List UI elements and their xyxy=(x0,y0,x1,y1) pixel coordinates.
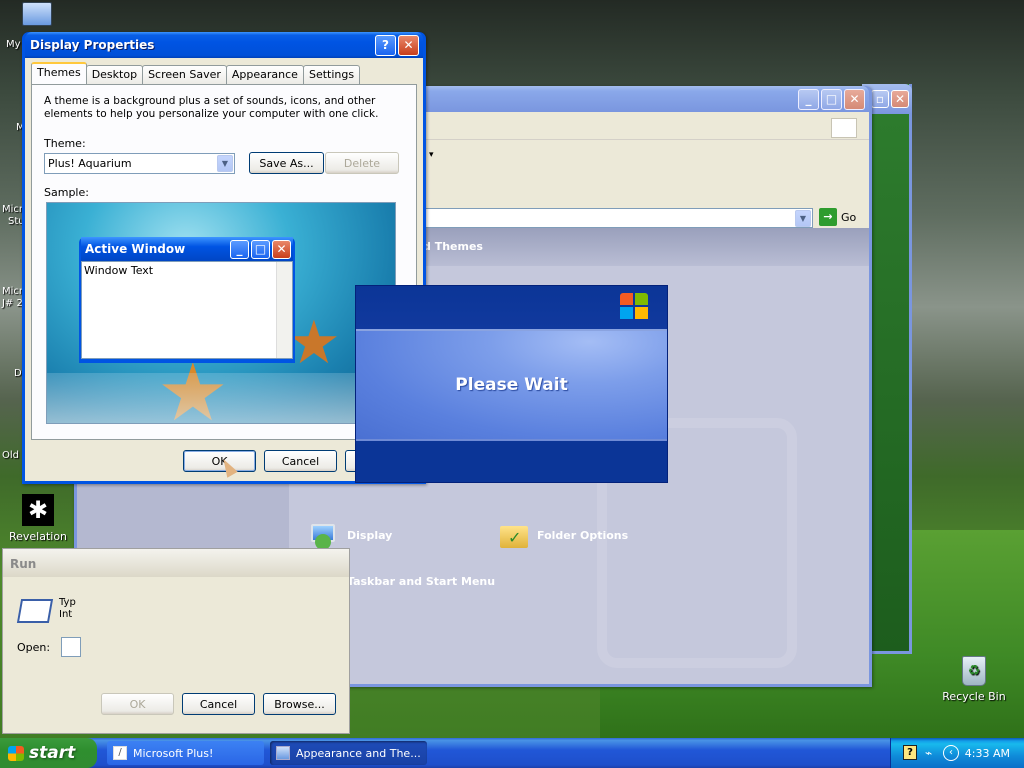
desktop-icon-label: Recycle Bin xyxy=(942,690,1006,703)
run-title: Run xyxy=(10,557,37,571)
tray-expand-icon[interactable]: ‹ xyxy=(943,745,959,761)
tab-themes[interactable]: Themes xyxy=(31,62,87,84)
folder-options-link[interactable]: ✓ Folder Options xyxy=(499,520,628,550)
minimize-icon: _ xyxy=(230,239,249,259)
control-panel-icon xyxy=(276,746,290,760)
run-cancel-button[interactable]: Cancel xyxy=(182,693,255,715)
starfish-image-2: ★ xyxy=(287,308,341,378)
folder-options-icon: ✓ xyxy=(499,520,529,550)
tab-strip: Themes Desktop Screen Saver Appearance S… xyxy=(31,62,361,84)
theme-label: Theme: xyxy=(44,137,86,150)
task-label: Appearance and The... xyxy=(296,746,421,760)
taskbar-item-microsoft-plus[interactable]: / Microsoft Plus! xyxy=(107,741,264,765)
network-tray-icon[interactable]: ⌁ xyxy=(925,746,932,760)
close-icon: ✕ xyxy=(272,239,291,259)
address-dropdown-icon[interactable]: ▼ xyxy=(795,210,811,227)
run-dialog: Run Typ Int Open: OK Cancel Browse... xyxy=(2,548,350,734)
start-button[interactable]: start xyxy=(0,738,97,768)
go-arrow-icon: → xyxy=(819,208,837,226)
display-link[interactable]: Display xyxy=(309,520,392,550)
chevron-down-icon[interactable]: ▼ xyxy=(217,155,233,172)
task-header: d Themes xyxy=(423,240,483,253)
run-open-input[interactable] xyxy=(61,637,81,657)
help-tray-icon[interactable]: ? xyxy=(903,745,917,760)
close-icon[interactable]: ✕ xyxy=(844,88,865,110)
task-label: Microsoft Plus! xyxy=(133,746,214,760)
my-computer-icon[interactable] xyxy=(22,2,52,26)
go-button[interactable]: → Go xyxy=(819,208,856,226)
please-wait-message: Please Wait xyxy=(455,375,568,395)
tab-appearance[interactable]: Appearance xyxy=(225,65,304,84)
display-label: Display xyxy=(347,528,393,542)
please-wait-top-band xyxy=(356,286,667,329)
save-as-button[interactable]: Save As... xyxy=(249,152,324,174)
go-label: Go xyxy=(841,210,857,224)
windows-logo-icon xyxy=(620,293,650,321)
maximize-icon[interactable]: □ xyxy=(821,88,842,110)
windows-flag-icon xyxy=(831,118,857,138)
close-icon[interactable]: ✕ xyxy=(398,34,419,56)
window-title: Display Properties xyxy=(30,38,155,52)
tab-screen-saver[interactable]: Screen Saver xyxy=(142,65,227,84)
desktop-label-6[interactable]: J# 2 xyxy=(2,298,23,309)
desktop-label-8[interactable]: Old xyxy=(2,450,19,461)
sample-active-window: Active Window _ □ ✕ Window Text xyxy=(79,237,295,363)
taskbar: start / Microsoft Plus! Appearance and T… xyxy=(0,738,1024,768)
close-icon[interactable]: ✕ xyxy=(891,90,909,108)
start-label: start xyxy=(29,743,76,763)
microsoft-plus-icon: / xyxy=(113,746,127,760)
maximize-icon: □ xyxy=(251,239,270,259)
address-bar[interactable]: ▼ xyxy=(423,208,813,228)
themes-description: A theme is a background plus a set of so… xyxy=(44,95,379,120)
sample-preview: ★ ★ Active Window _ □ ✕ Window Text xyxy=(46,202,396,424)
please-wait-middle: Please Wait xyxy=(356,329,667,441)
run-titlebar[interactable]: Run xyxy=(3,549,349,577)
desktop-icon-recycle-bin[interactable]: ♻ Recycle Bin xyxy=(942,656,1006,703)
help-icon[interactable]: ? xyxy=(375,34,396,56)
tab-settings[interactable]: Settings xyxy=(302,65,361,84)
theme-select[interactable]: Plus! Aquarium ▼ xyxy=(44,153,235,174)
desktop-icon-revelation[interactable]: ✱ Revelation xyxy=(6,494,70,543)
run-browse-button[interactable]: Browse... xyxy=(263,693,336,715)
system-tray: ? ⌁ ‹ 4:33 AM xyxy=(890,738,1024,768)
run-open-label: Open: xyxy=(17,641,51,654)
display-properties-titlebar[interactable]: Display Properties ? ✕ xyxy=(25,32,423,58)
delete-button[interactable]: Delete xyxy=(325,152,399,174)
run-prompt: Typ Int xyxy=(59,597,76,620)
run-ok-button[interactable]: OK xyxy=(101,693,174,715)
sample-window-title: Active Window xyxy=(85,242,186,256)
restore-icon[interactable]: ▫ xyxy=(871,90,889,108)
display-icon xyxy=(309,520,339,550)
cancel-button[interactable]: Cancel xyxy=(264,450,337,472)
desktop-label-my-computer[interactable]: My xyxy=(6,39,21,50)
windows-flag-icon xyxy=(8,745,24,761)
please-wait-dialog: Please Wait xyxy=(355,285,668,483)
sample-scrollbar xyxy=(276,262,292,358)
folder-options-label: Folder Options xyxy=(537,528,629,542)
recycle-bin-icon: ♻ xyxy=(962,656,986,686)
sample-label: Sample: xyxy=(44,186,89,199)
views-chevron-icon[interactable]: ▾ xyxy=(429,150,434,160)
sample-window-text: Window Text xyxy=(84,264,154,277)
run-icon xyxy=(16,599,54,623)
tab-desktop[interactable]: Desktop xyxy=(85,65,144,84)
taskbar-label: Taskbar and Start Menu xyxy=(347,574,496,588)
clock[interactable]: 4:33 AM xyxy=(965,747,1010,760)
minimize-icon[interactable]: _ xyxy=(798,88,819,110)
theme-value: Plus! Aquarium xyxy=(48,157,132,170)
desktop-label-7[interactable]: D xyxy=(14,368,22,379)
revelation-icon: ✱ xyxy=(22,494,54,526)
desktop-icon-label: Revelation xyxy=(8,530,68,543)
taskbar-item-appearance-themes[interactable]: Appearance and The... xyxy=(270,741,427,765)
